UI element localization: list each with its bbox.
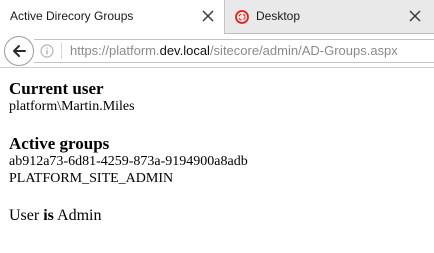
close-icon[interactable]: [407, 8, 423, 24]
info-icon[interactable]: [40, 44, 54, 58]
back-arrow-icon: [13, 45, 26, 57]
current-user-value: platform\Martin.Miles: [9, 99, 135, 114]
url-scheme: https://platform.: [70, 43, 160, 58]
tab-title: Desktop: [256, 9, 301, 23]
url-separator: [61, 43, 62, 59]
url-host: dev.local: [159, 43, 210, 58]
tab-active-directory-groups[interactable]: Active Direcory Groups: [0, 0, 225, 34]
group-id-item: ab912a73-6d81-4259-873a-9194900a8adb: [9, 154, 248, 169]
tab-strip: Active Direcory Groups Desktop: [0, 0, 434, 34]
summary-prefix: User: [9, 207, 44, 224]
active-groups-heading: Active groups: [9, 134, 110, 153]
current-user-heading: Current user: [9, 79, 104, 98]
tab-desktop[interactable]: Desktop: [225, 0, 434, 33]
admin-status: User is Admin: [9, 206, 248, 225]
group-name-item: PLATFORM_SITE_ADMIN: [9, 171, 174, 186]
url-text[interactable]: https://platform.dev.local/sitecore/admi…: [70, 43, 398, 58]
back-button[interactable]: [4, 36, 34, 66]
close-icon[interactable]: [200, 8, 216, 24]
tab-title: Active Direcory Groups: [10, 9, 134, 23]
url-path: /sitecore/admin/AD-Groups.aspx: [209, 43, 398, 58]
ring-favicon-icon: [234, 9, 250, 25]
address-bar[interactable]: https://platform.dev.local/sitecore/admi…: [34, 39, 434, 63]
navigation-toolbar: https://platform.dev.local/sitecore/admi…: [0, 34, 434, 68]
summary-bold: is: [43, 207, 54, 224]
page-content: Current user platform\Martin.Miles Activ…: [9, 79, 248, 225]
summary-suffix: Admin: [53, 207, 102, 224]
